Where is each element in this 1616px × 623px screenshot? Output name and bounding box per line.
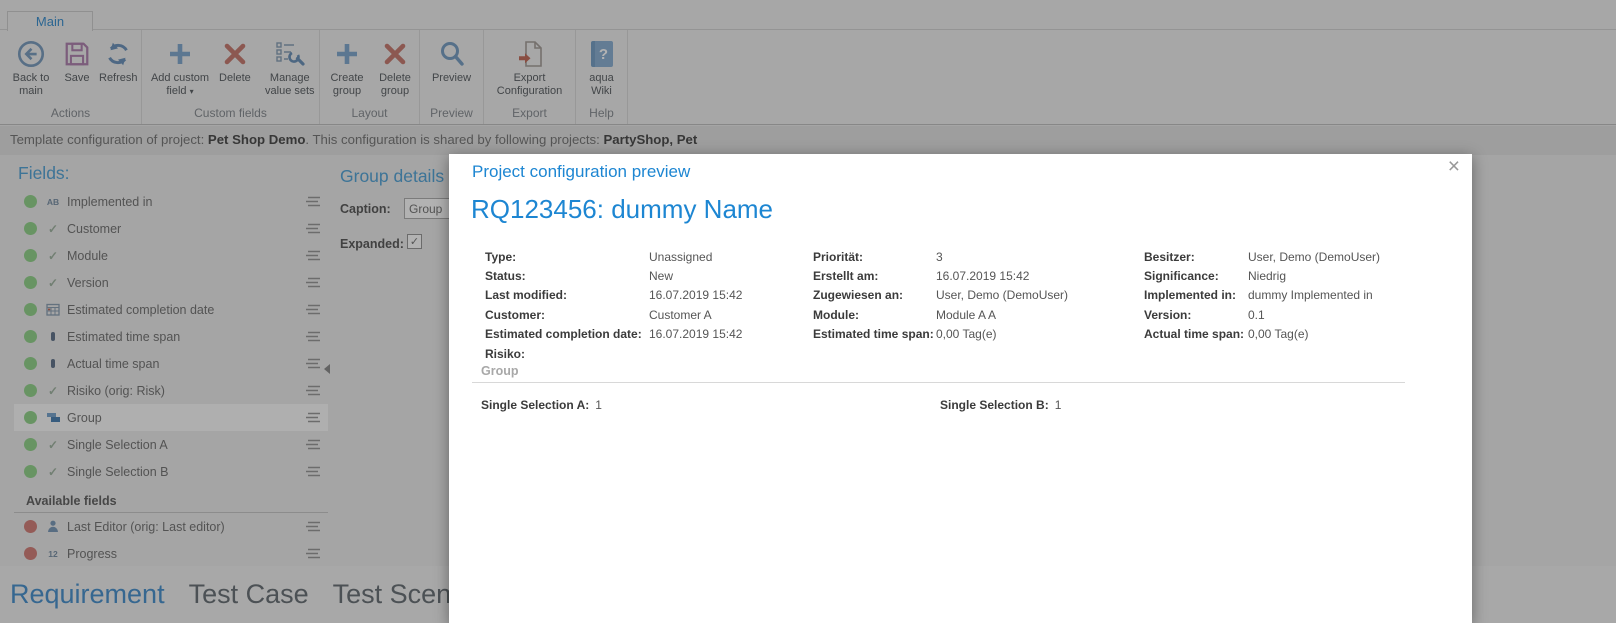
detail-column-2: Priorität: 3 Erstellt am: 16.07.2019 15:42… [813,247,1068,344]
detail-value: Customer A [649,307,712,322]
detail-row: Implemented in: dummy Implemented in [1144,286,1380,305]
detail-row: Risiko: [485,344,742,363]
detail-value: 0,00 Tag(e) [936,327,997,342]
detail-row: Priorität: 3 [813,247,1068,266]
detail-row: Erstellt am: 16.07.2019 15:42 [813,266,1068,285]
close-icon[interactable]: × [1448,156,1460,177]
detail-label: Actual time span: [1144,327,1245,342]
detail-value: 16.07.2019 15:42 [936,269,1030,284]
detail-value: User, Demo (DemoUser) [1248,249,1381,264]
detail-value: 0,00 Tag(e) [1248,327,1309,342]
detail-label: Besitzer: [1144,249,1195,264]
dialog-title: Project configuration preview [472,162,691,181]
detail-label: Erstellt am: [813,269,879,284]
detail-label: Risiko: [485,346,526,361]
detail-column-3: Besitzer: User, Demo (DemoUser) Significa… [1144,247,1380,344]
detail-row: Status: New [485,266,742,285]
single-selection-a-field: Single Selection A: 1 [481,398,602,412]
detail-column-1: Type: Unassigned Status: New Last modified… [485,247,742,363]
detail-label: Status: [485,269,526,284]
detail-label: Estimated completion date: [485,327,642,342]
detail-value: 1 [595,398,602,412]
detail-row: Module: Module A A [813,305,1068,324]
single-selection-b-field: Single Selection B: 1 [940,398,1061,412]
detail-label: Priorität: [813,249,864,264]
project-configuration-preview-dialog: Project configuration preview × RQ123456… [449,154,1472,623]
detail-row: Estimated time span: 0,00 Tag(e) [813,325,1068,344]
detail-row: Zugewiesen an: User, Demo (DemoUser) [813,286,1068,305]
detail-label: Last modified: [485,288,568,303]
group-section-title: Group [481,364,519,378]
detail-row: Besitzer: User, Demo (DemoUser) [1144,247,1380,266]
detail-row: Type: Unassigned [485,247,742,266]
detail-label: Single Selection B: [940,398,1049,412]
detail-value: dummy Implemented in [1248,288,1373,303]
detail-value: User, Demo (DemoUser) [936,288,1069,303]
detail-label: Implemented in: [1144,288,1237,303]
detail-label: Version: [1144,307,1192,322]
group-section-divider [472,382,1405,383]
detail-row: Version: 0.1 [1144,305,1380,324]
detail-label: Single Selection A: [481,398,590,412]
detail-label: Estimated time span: [813,327,934,342]
detail-value: 16.07.2019 15:42 [649,327,743,342]
detail-value: Unassigned [649,249,713,264]
detail-row: Significance: Niedrig [1144,266,1380,285]
detail-value: Niedrig [1248,269,1287,284]
detail-value: New [649,269,674,284]
detail-row: Last modified: 16.07.2019 15:42 [485,286,742,305]
requirement-heading: RQ123456: dummy Name [471,194,774,224]
detail-label: Customer: [485,307,546,322]
detail-row: Estimated completion date: 16.07.2019 15:… [485,325,742,344]
detail-value: 1 [1054,398,1062,412]
detail-value: 0.1 [1248,307,1265,322]
detail-row: Customer: Customer A [485,305,742,324]
detail-value: 3 [936,249,943,264]
detail-value: 16.07.2019 15:42 [649,288,743,303]
detail-label: Type: [485,249,517,264]
app-window: Main Back to main Save Refresh Actions A… [0,0,1616,623]
detail-label: Zugewiesen an: [813,288,904,303]
detail-label: Significance: [1144,269,1219,284]
detail-value: Module A A [936,307,997,322]
detail-row: Actual time span: 0,00 Tag(e) [1144,325,1380,344]
detail-label: Module: [813,307,859,322]
